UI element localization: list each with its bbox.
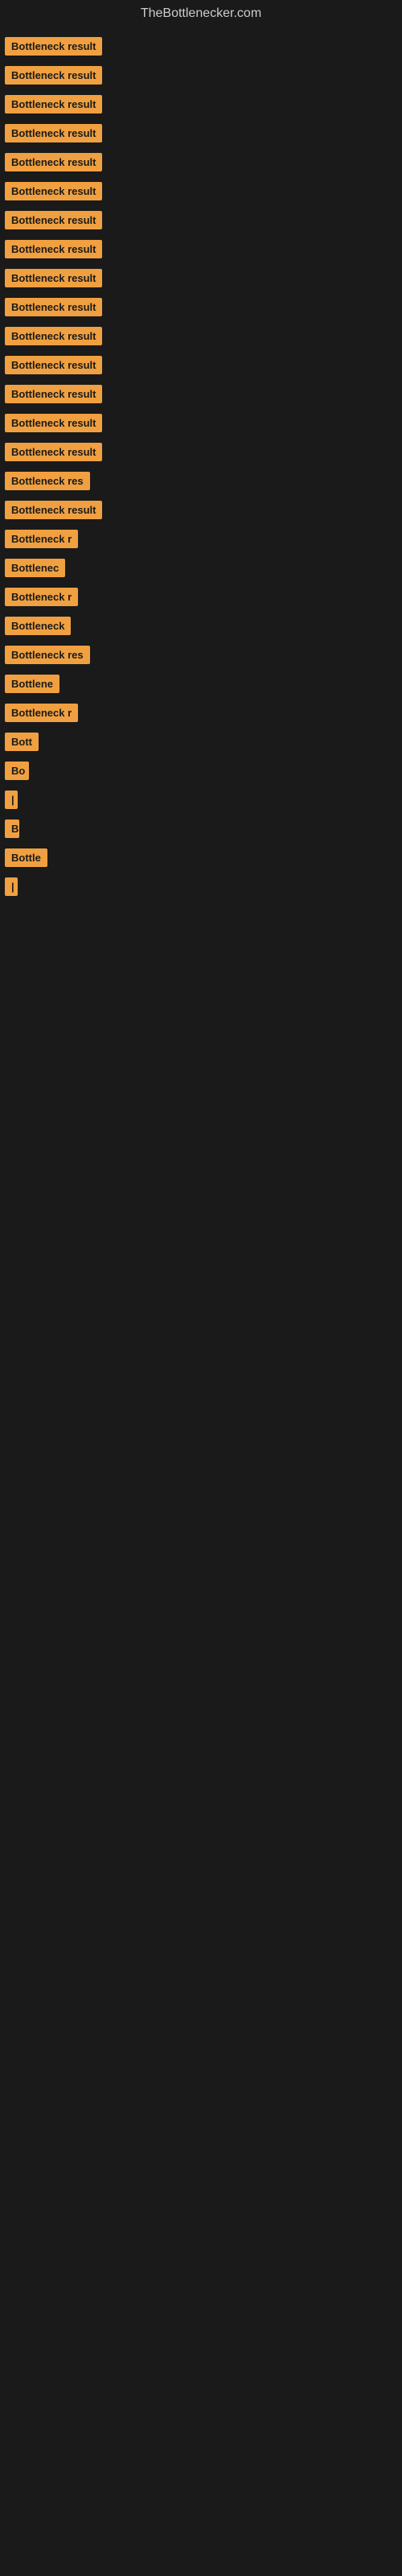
bottleneck-label: Bo [5,762,29,780]
list-item[interactable]: Bottleneck result [5,37,397,60]
list-item[interactable]: Bottleneck result [5,124,397,147]
list-item[interactable]: Bottleneck result [5,356,397,378]
bottleneck-label: Bottleneck result [5,501,102,519]
list-item[interactable]: Bottleneck result [5,327,397,349]
bottleneck-label: Bottleneck res [5,646,90,664]
bottleneck-label: Bottleneck result [5,443,102,461]
bottleneck-label: B [5,819,19,838]
list-item[interactable]: Bottle [5,848,397,871]
list-item[interactable]: Bottleneck res [5,472,397,494]
list-item[interactable]: Bott [5,733,397,755]
list-item[interactable]: Bottleneck result [5,211,397,233]
list-item[interactable]: | [5,877,397,900]
list-item[interactable]: Bottleneck result [5,182,397,204]
bottleneck-label: Bottle [5,848,47,867]
list-item[interactable]: Bottleneck result [5,153,397,175]
bottleneck-label: Bottleneck result [5,298,102,316]
bottleneck-label: Bottlenec [5,559,65,577]
bottleneck-label: Bottleneck r [5,588,78,606]
list-item[interactable]: Bottleneck r [5,704,397,726]
list-item[interactable]: B [5,819,397,842]
list-item[interactable]: Bottleneck result [5,269,397,291]
list-item[interactable]: Bottleneck result [5,414,397,436]
title-text: TheBottlenecker.com [141,6,261,20]
bottleneck-label: Bottleneck result [5,153,102,171]
list-item[interactable]: Bottleneck r [5,588,397,610]
bottleneck-label: Bottleneck result [5,356,102,374]
bottleneck-label: Bottleneck result [5,124,102,142]
bottleneck-label: Bottleneck result [5,240,102,258]
list-item[interactable]: Bottleneck [5,617,397,639]
list-item[interactable]: Bottlenec [5,559,397,581]
bottleneck-label: Bottleneck r [5,704,78,722]
bottleneck-label: Bottleneck result [5,95,102,114]
bottleneck-label: | [5,877,18,896]
bottleneck-label: Bottleneck [5,617,71,635]
bottleneck-label: Bottleneck result [5,66,102,85]
list-item[interactable]: Bottleneck result [5,385,397,407]
bottleneck-label: Bottleneck result [5,211,102,229]
bottleneck-label: Bottleneck result [5,37,102,56]
list-item[interactable]: Bottleneck result [5,443,397,465]
list-item[interactable]: Bottleneck result [5,66,397,89]
list-item[interactable]: Bottleneck result [5,95,397,118]
bottleneck-label: Bottleneck result [5,182,102,200]
bottleneck-label: Bottleneck result [5,327,102,345]
list-item[interactable]: Bottlene [5,675,397,697]
bottleneck-label: Bottleneck res [5,472,90,490]
bottleneck-label: Bottleneck r [5,530,78,548]
list-item[interactable]: Bottleneck r [5,530,397,552]
list-item[interactable]: Bottleneck result [5,240,397,262]
list-item[interactable]: Bottleneck result [5,298,397,320]
bottleneck-label: Bottleneck result [5,414,102,432]
site-title: TheBottlenecker.com [0,0,402,27]
list-item[interactable]: Bottleneck result [5,501,397,523]
bottleneck-label: Bottlene [5,675,59,693]
bottleneck-label: Bottleneck result [5,385,102,403]
bottleneck-label: Bott [5,733,39,751]
list-item[interactable]: Bo [5,762,397,784]
bottleneck-label: | [5,791,18,809]
list-item[interactable]: Bottleneck res [5,646,397,668]
bottleneck-label: Bottleneck result [5,269,102,287]
items-container: Bottleneck result Bottleneck result Bottle… [0,27,402,910]
list-item[interactable]: | [5,791,397,813]
